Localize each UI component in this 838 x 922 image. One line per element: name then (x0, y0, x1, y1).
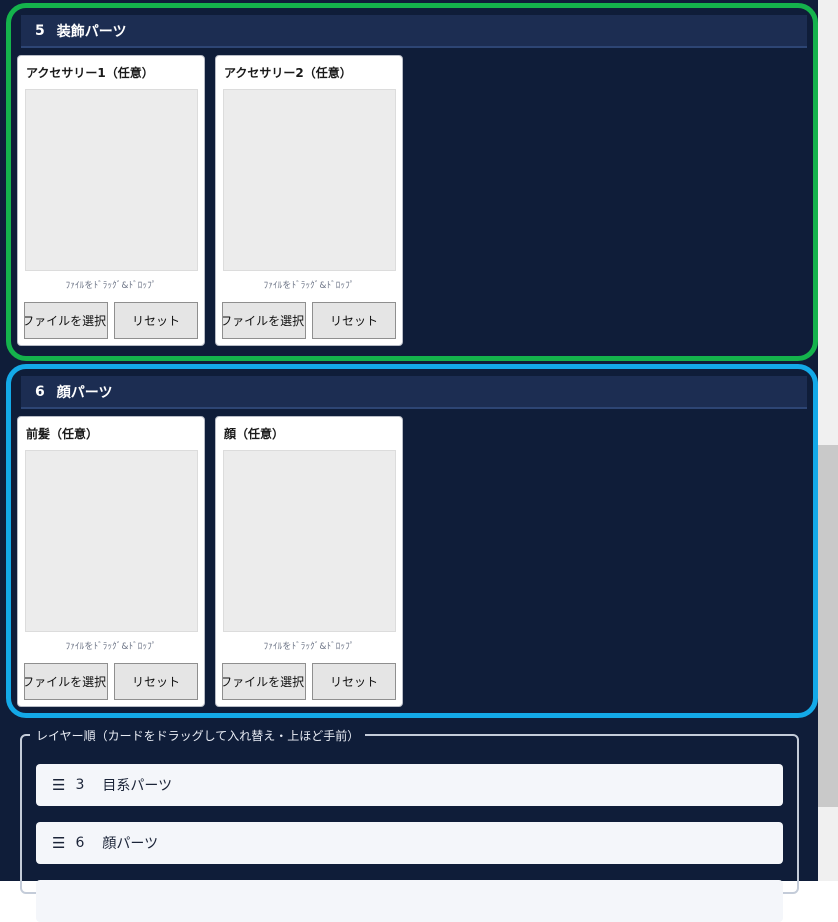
reset-button[interactable]: リセット (114, 302, 198, 339)
choose-file-button[interactable]: ファイルを選択. (24, 663, 108, 700)
choose-file-button[interactable]: ファイルを選択. (24, 302, 108, 339)
choose-file-button[interactable]: ファイルを選択. (222, 302, 306, 339)
card-title: 前髪（任意） (26, 427, 99, 441)
section-header: 6 顔パーツ (21, 376, 807, 409)
section-title: 装飾パーツ (56, 23, 127, 40)
drag-handle-icon[interactable]: ☰ (52, 834, 65, 852)
card-title: 顔（任意） (224, 427, 285, 441)
drop-hint: ﾌｧｲﾙをﾄﾞﾗｯｸﾞ&ﾄﾞﾛｯﾌﾟ (263, 642, 355, 652)
drop-hint: ﾌｧｲﾙをﾄﾞﾗｯｸﾞ&ﾄﾞﾛｯﾌﾟ (65, 642, 157, 652)
reset-button[interactable]: リセット (312, 663, 396, 700)
section-header: 5 装飾パーツ (21, 15, 807, 48)
upload-card-accessory-2: アクセサリー2（任意） ﾌｧｲﾙをﾄﾞﾗｯｸﾞ&ﾄﾞﾛｯﾌﾟ ファイルを選択. … (215, 55, 403, 346)
choose-file-button[interactable]: ファイルを選択. (222, 663, 306, 700)
drop-zone[interactable] (223, 89, 396, 271)
layer-order-group: レイヤー順（カードをドラッグして入れ替え・上ほど手前） ☰ 3 目系パーツ ☰ … (20, 727, 799, 922)
section-title: 顔パーツ (56, 384, 113, 401)
layer-item-number: 3 (75, 777, 85, 793)
drop-hint: ﾌｧｲﾙをﾄﾞﾗｯｸﾞ&ﾄﾞﾛｯﾌﾟ (65, 281, 157, 291)
drag-handle-icon[interactable]: ☰ (52, 776, 65, 794)
drop-zone[interactable] (25, 450, 198, 632)
layer-order-legend: レイヤー順（カードをドラッグして入れ替え・上ほど手前） (30, 727, 366, 744)
section-number: 6 (35, 383, 45, 400)
section-decoration-parts: 5 装飾パーツ アクセサリー1（任意） ﾌｧｲﾙをﾄﾞﾗｯｸﾞ&ﾄﾞﾛｯﾌﾟ フ… (6, 3, 818, 361)
scrollbar-thumb[interactable] (818, 445, 838, 807)
card-title: アクセサリー1（任意） (26, 66, 154, 80)
drop-zone[interactable] (223, 450, 396, 632)
reset-button[interactable]: リセット (114, 663, 198, 700)
layer-item[interactable] (36, 880, 783, 922)
layer-item[interactable]: ☰ 3 目系パーツ (36, 764, 783, 806)
card-title: アクセサリー2（任意） (224, 66, 352, 80)
section-number: 5 (35, 22, 45, 39)
layer-item[interactable]: ☰ 6 顔パーツ (36, 822, 783, 864)
upload-card-accessory-1: アクセサリー1（任意） ﾌｧｲﾙをﾄﾞﾗｯｸﾞ&ﾄﾞﾛｯﾌﾟ ファイルを選択. … (17, 55, 205, 346)
layer-item-label: 目系パーツ (102, 778, 173, 794)
drop-hint: ﾌｧｲﾙをﾄﾞﾗｯｸﾞ&ﾄﾞﾛｯﾌﾟ (263, 281, 355, 291)
section-face-parts: 6 顔パーツ 前髪（任意） ﾌｧｲﾙをﾄﾞﾗｯｸﾞ&ﾄﾞﾛｯﾌﾟ ファイルを選択… (6, 364, 818, 718)
upload-card-face: 顔（任意） ﾌｧｲﾙをﾄﾞﾗｯｸﾞ&ﾄﾞﾛｯﾌﾟ ファイルを選択. リセット (215, 416, 403, 707)
layer-item-label: 顔パーツ (102, 836, 159, 852)
drop-zone[interactable] (25, 89, 198, 271)
upload-card-bangs: 前髪（任意） ﾌｧｲﾙをﾄﾞﾗｯｸﾞ&ﾄﾞﾛｯﾌﾟ ファイルを選択. リセット (17, 416, 205, 707)
reset-button[interactable]: リセット (312, 302, 396, 339)
layer-item-number: 6 (75, 835, 85, 851)
